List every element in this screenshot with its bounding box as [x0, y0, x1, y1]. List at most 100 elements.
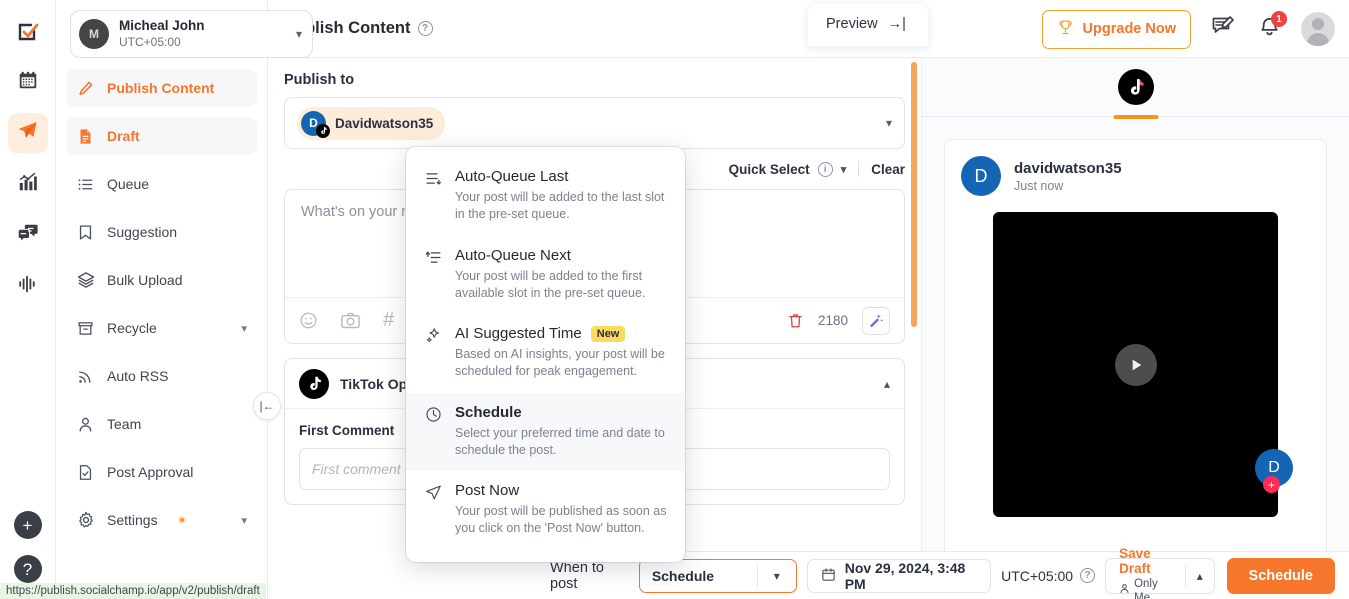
rail-item-monitor[interactable]: [8, 266, 48, 306]
menu-item-title: Post Now: [455, 482, 669, 499]
menu-title-text: Auto-Queue Next: [455, 246, 571, 264]
queue-last-icon: [424, 168, 442, 224]
tab-tiktok[interactable]: [1088, 58, 1184, 117]
save-draft-text: Save Draft Only Me: [1106, 546, 1185, 599]
account-timezone: UTC+05:00: [119, 35, 181, 50]
sidebar-item-publish-content[interactable]: Publish Content: [66, 69, 257, 108]
follow-plus-icon[interactable]: +: [1263, 476, 1280, 493]
hashtag-icon[interactable]: #: [383, 309, 394, 332]
menu-item-ai-suggested-time[interactable]: AI Suggested Time New Based on AI insigh…: [406, 314, 685, 393]
schedule-button[interactable]: Schedule: [1226, 557, 1335, 594]
trophy-icon: [1057, 19, 1074, 40]
user-avatar[interactable]: [1301, 12, 1335, 46]
menu-title-text: AI Suggested Time: [455, 325, 582, 342]
sidebar-item-post-approval[interactable]: Post Approval: [66, 453, 257, 491]
sidebar-item-bulk-upload[interactable]: Bulk Upload: [66, 261, 257, 299]
camera-icon[interactable]: [340, 310, 361, 331]
preview-post-card: D davidwatson35 Just now D +: [944, 139, 1327, 599]
publish-to-select[interactable]: D Davidwatson35 ▾: [284, 97, 905, 149]
sidebar-item-team[interactable]: Team: [66, 405, 257, 443]
rail-item-analytics[interactable]: [8, 164, 48, 204]
sidebar-item-settings[interactable]: Settings ▾: [66, 501, 257, 539]
rail-item-calendar[interactable]: [8, 62, 48, 102]
rail-item-engage[interactable]: [8, 215, 48, 255]
menu-item-title: Auto-Queue Next: [455, 247, 669, 264]
account-switcher[interactable]: M Micheal John UTC+05:00 ▾: [70, 10, 313, 59]
account-switcher-wrap: M Micheal John UTC+05:00 ▾: [56, 0, 313, 67]
notifications-button[interactable]: 1: [1255, 11, 1287, 43]
sidebar-item-queue[interactable]: Queue: [66, 165, 257, 203]
preview-body: D davidwatson35 Just now D +: [922, 117, 1349, 599]
help-icon[interactable]: ?: [1080, 568, 1096, 583]
bottom-bar-actions: Save Draft Only Me ▴ Schedule: [1105, 546, 1335, 599]
app-logo-icon[interactable]: [8, 10, 48, 54]
preview-tabs: [922, 58, 1349, 117]
quick-select-label[interactable]: Quick Select: [729, 162, 810, 177]
main-header: Publish Content ? Preview →| Upgrade Now…: [268, 0, 1349, 58]
rail-item-publish[interactable]: [7, 113, 48, 153]
menu-item-text: Post Now Your post will be published as …: [455, 482, 669, 538]
play-icon[interactable]: [1114, 343, 1157, 386]
preview-timestamp: Just now: [1014, 178, 1064, 193]
sidebar-label: Draft: [107, 128, 140, 145]
bookmark-icon: [76, 223, 95, 242]
sidebar: M Micheal John UTC+05:00 ▾ Publish Conte…: [56, 0, 313, 599]
menu-item-post-now[interactable]: Post Now Your post will be published as …: [406, 471, 685, 550]
list-icon: [76, 175, 95, 194]
chevron-up-icon[interactable]: ▴: [1186, 569, 1214, 583]
pencil-icon: [76, 79, 95, 98]
selected-account-chip[interactable]: D Davidwatson35: [297, 106, 446, 140]
gear-icon: [76, 511, 95, 530]
chevron-down-icon: ▾: [295, 27, 302, 42]
sidebar-label: Suggestion: [107, 224, 178, 241]
when-to-post-label: When to post: [550, 559, 604, 592]
calendar-icon: [17, 69, 39, 96]
composer-scrollbar-track[interactable]: [909, 58, 919, 599]
collapse-sidebar-button[interactable]: |←: [253, 392, 281, 420]
composer-scrollbar-thumb[interactable]: [911, 62, 917, 327]
clear-button[interactable]: Clear: [871, 162, 905, 177]
selected-account-name: Davidwatson35: [335, 115, 434, 131]
preview-video[interactable]: D +: [993, 212, 1293, 517]
menu-item-title: AI Suggested Time New: [455, 325, 669, 342]
sidebar-label: Settings: [107, 512, 158, 529]
delete-icon[interactable]: [787, 312, 804, 329]
save-draft-button[interactable]: Save Draft Only Me ▴: [1105, 546, 1215, 599]
menu-title-text: Post Now: [455, 482, 520, 499]
menu-item-auto-queue-next[interactable]: Auto-Queue Next Your post will be added …: [406, 236, 685, 315]
timezone-display: UTC+05:00 ?: [1001, 567, 1096, 584]
settings-notification-dot: [177, 516, 186, 525]
rss-icon: [76, 367, 95, 386]
account-text: Micheal John UTC+05:00: [119, 18, 205, 50]
character-count: 2180: [817, 313, 848, 328]
info-icon[interactable]: i: [817, 161, 833, 177]
timezone-value: UTC+05:00: [1001, 567, 1074, 584]
upgrade-label: Upgrade Now: [1082, 21, 1176, 37]
collapse-right-arrow-icon: →|: [887, 16, 906, 32]
chevron-down-icon: ▾: [241, 514, 247, 527]
ai-magic-button[interactable]: [862, 306, 890, 335]
sidebar-item-draft[interactable]: Draft: [66, 117, 257, 156]
chevron-down-icon: ▾: [773, 568, 780, 583]
icon-rail: + ?: [0, 0, 56, 599]
help-button[interactable]: ?: [13, 555, 42, 583]
sidebar-item-suggestion[interactable]: Suggestion: [66, 213, 257, 251]
upgrade-now-button[interactable]: Upgrade Now: [1041, 9, 1191, 49]
when-to-post-select[interactable]: Schedule ▾: [638, 558, 797, 593]
chevron-down-icon[interactable]: ▾: [841, 163, 847, 176]
preview-meta: davidwatson35 Just now: [1014, 160, 1122, 193]
schedule-date-picker[interactable]: Nov 29, 2024, 3:48 PM: [806, 558, 992, 593]
sidebar-label: Bulk Upload: [107, 272, 183, 289]
menu-item-auto-queue-last[interactable]: Auto-Queue Last Your post will be added …: [406, 157, 685, 236]
preview-toggle-button[interactable]: Preview →|: [808, 4, 928, 46]
help-icon[interactable]: ?: [417, 21, 433, 36]
sidebar-item-recycle[interactable]: Recycle ▾: [66, 309, 257, 347]
sidebar-item-auto-rss[interactable]: Auto RSS: [66, 357, 257, 395]
add-button[interactable]: +: [13, 511, 42, 539]
tiktok-badge-icon: [316, 123, 330, 138]
emoji-icon[interactable]: [299, 311, 318, 330]
menu-item-desc: Based on AI insights, your post will be …: [455, 347, 665, 379]
menu-item-schedule[interactable]: Schedule Select your preferred time and …: [406, 392, 685, 471]
menu-title-text: Auto-Queue Last: [455, 168, 569, 185]
compose-note-button[interactable]: [1209, 15, 1237, 43]
